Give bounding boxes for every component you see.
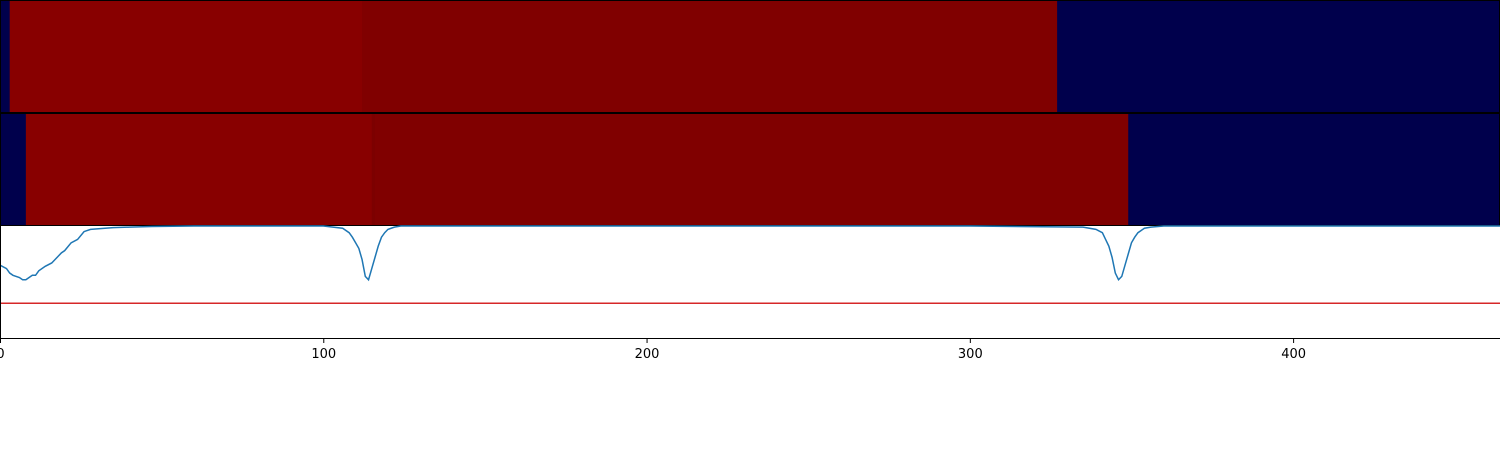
line-panel: 0 100 200 300 400 bbox=[0, 225, 1500, 362]
x-tick-label-0: 0 bbox=[0, 347, 5, 362]
heatmap-top-segment-1 bbox=[9, 0, 363, 113]
x-tick-label-400: 400 bbox=[1281, 347, 1306, 362]
heatmap-bottom-segment-4 bbox=[1128, 113, 1500, 226]
heatmap-top-segments bbox=[0, 0, 1500, 113]
heatmap-bottom-segment-3 bbox=[375, 113, 1129, 226]
heatmap-bottom-segments bbox=[0, 113, 1500, 226]
heatmap-bottom-segment-0 bbox=[0, 113, 27, 226]
heatmap-bottom-segment-1 bbox=[25, 113, 373, 226]
heatmap-bottom-segment-2 bbox=[371, 113, 376, 226]
heatmap-top-panel bbox=[0, 0, 1500, 113]
x-tick-label-300: 300 bbox=[958, 347, 983, 362]
heatmap-top-segment-0 bbox=[0, 0, 11, 113]
x-tick-label-100: 100 bbox=[311, 347, 336, 362]
heatmap-top-segment-3 bbox=[1057, 0, 1500, 113]
heatmap-bottom-panel bbox=[0, 113, 1500, 226]
x-tick-label-200: 200 bbox=[635, 347, 660, 362]
x-axis-ticks: 0 100 200 300 400 bbox=[0, 338, 1306, 362]
figure: 0 100 200 300 400 bbox=[0, 0, 1500, 362]
heatmap-top-segment-2 bbox=[362, 0, 1058, 113]
line-panel-background bbox=[0, 226, 1500, 338]
